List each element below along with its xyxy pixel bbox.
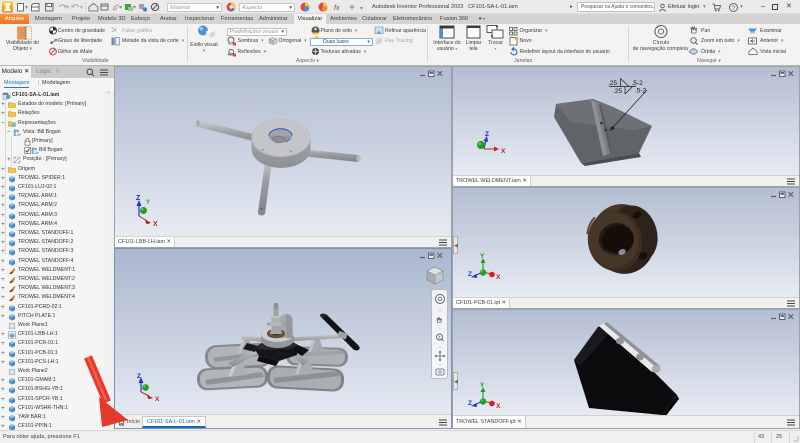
svg-text:Z: Z [468,400,472,407]
svg-text:▾: ▾ [66,5,69,11]
svg-text:▾: ▾ [80,5,83,11]
svg-text:Z: Z [468,271,472,278]
svg-text:▾: ▾ [360,6,363,12]
svg-text:.25: .25 [613,88,622,95]
svg-text:.5-2: .5-2 [635,88,647,95]
svg-text:Y: Y [480,253,485,260]
svg-text:X: X [496,274,501,281]
svg-text:Z: Z [136,195,141,202]
svg-text:X: X [501,148,506,155]
svg-text:.25: .25 [608,80,617,87]
svg-text:?: ? [732,5,736,12]
svg-text:Y: Y [146,200,150,206]
svg-text:Y: Y [480,382,485,389]
svg-text:▾: ▾ [25,5,28,11]
svg-text:fx: fx [334,5,340,12]
svg-text:.5-2: .5-2 [632,80,644,87]
svg-text:X: X [496,403,501,410]
svg-text:X: X [155,396,160,401]
svg-text:▾: ▾ [119,5,122,11]
svg-text:▾: ▾ [133,5,136,11]
svg-text:X: X [153,221,158,226]
